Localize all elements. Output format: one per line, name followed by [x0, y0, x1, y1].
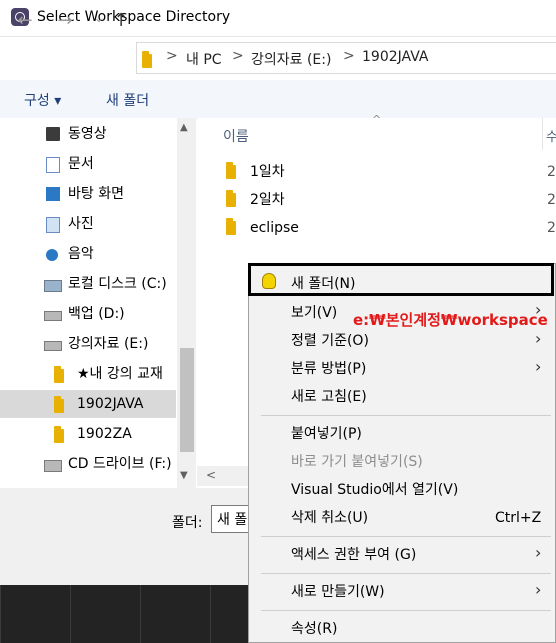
sidebar-item-label: 음악	[68, 246, 94, 262]
menu-item-new[interactable]: 새로 만들기(W)	[291, 578, 385, 606]
folder-icon	[226, 190, 236, 207]
forward-icon[interactable]: →	[52, 8, 78, 34]
list-item[interactable]: 1일차	[226, 159, 285, 185]
sidebar-item-1902java[interactable]: 1902JAVA	[0, 390, 176, 418]
sidebar-item-videos[interactable]: 동영상	[0, 120, 176, 148]
scroll-down-icon[interactable]: ▼	[180, 470, 188, 481]
music-icon	[46, 249, 58, 261]
menu-item-paste-shortcut[interactable]: 바로 가기 붙여넣기(S)	[291, 448, 423, 476]
sidebar-item-label: 동영상	[68, 126, 107, 142]
column-header-2[interactable]: 수	[546, 126, 556, 145]
menu-item-properties[interactable]: 속성(R)	[291, 615, 337, 643]
sidebar-item-1902za[interactable]: 1902ZA	[0, 420, 176, 448]
sidebar-item-lecture-e[interactable]: 강의자료 (E:)	[0, 330, 176, 358]
file-date: 2	[547, 220, 556, 236]
file-name: 1일차	[250, 164, 285, 180]
breadcrumb-this-pc[interactable]: 내 PC	[186, 49, 222, 69]
breadcrumb-separator: >	[232, 48, 244, 64]
breadcrumb-separator: >	[343, 48, 355, 64]
sidebar-item-label: 로컬 디스크 (C:)	[68, 276, 167, 292]
sidebar-item-label: CD 드라이브 (F:)	[68, 456, 172, 472]
menu-item-sort-by[interactable]: 정렬 기준(O)	[291, 327, 369, 355]
sidebar-item-pictures[interactable]: 사진	[0, 210, 176, 238]
sidebar-item-label: 백업 (D:)	[68, 306, 125, 322]
column-divider[interactable]	[542, 118, 543, 150]
menu-separator	[261, 610, 551, 611]
file-name: 2일차	[250, 192, 285, 208]
sidebar-item-label: ★내 강의 교재	[77, 366, 163, 382]
new-folder-button[interactable]: 새 폴더	[106, 90, 149, 110]
folder-icon	[226, 162, 236, 179]
file-date: 2	[547, 164, 556, 180]
folder-icon	[226, 218, 236, 235]
sort-indicator-icon: ^	[372, 113, 382, 126]
sidebar-item-label: 1902JAVA	[77, 396, 144, 412]
new-folder-icon	[262, 273, 276, 289]
drive-icon	[44, 341, 62, 351]
sidebar-item-music[interactable]: 음악	[0, 240, 176, 268]
menu-separator	[261, 536, 551, 537]
cd-drive-icon	[44, 460, 62, 472]
menu-item-view[interactable]: 보기(V)	[291, 299, 337, 327]
desktop-icon	[46, 187, 60, 201]
menu-item-undo-delete[interactable]: 삭제 취소(U)	[291, 504, 368, 532]
submenu-arrow-icon: ›	[535, 543, 542, 562]
picture-icon	[46, 217, 60, 233]
drive-icon	[44, 311, 62, 321]
back-icon[interactable]: ←	[12, 8, 38, 34]
menu-item-open-in-visual-studio[interactable]: Visual Studio에서 열기(V)	[291, 476, 458, 504]
menu-item-group-by[interactable]: 분류 방법(P)	[291, 355, 366, 383]
file-name: eclipse	[250, 220, 299, 236]
video-icon	[46, 127, 60, 141]
sidebar-item-label: 바탕 화면	[68, 186, 124, 202]
file-date: 2	[547, 192, 556, 208]
sidebar-item-label: 강의자료 (E:)	[68, 336, 149, 352]
breadcrumb-separator: >	[166, 48, 178, 64]
breadcrumb-1902java[interactable]: 1902JAVA	[362, 49, 428, 65]
command-bar	[0, 80, 556, 119]
shortcut-label: Ctrl+Z	[495, 510, 542, 526]
up-icon[interactable]: ↑	[108, 8, 134, 34]
sidebar-item-desktop[interactable]: 바탕 화면	[0, 180, 176, 208]
scroll-up-icon[interactable]: ▲	[180, 122, 188, 133]
sidebar-item-backup-d[interactable]: 백업 (D:)	[0, 300, 176, 328]
column-header-name[interactable]: 이름	[223, 126, 249, 146]
sidebar-item-local-disk-c[interactable]: 로컬 디스크 (C:)	[0, 270, 176, 298]
submenu-arrow-icon: ›	[535, 580, 542, 599]
menu-separator	[261, 573, 551, 574]
list-item[interactable]: eclipse	[226, 215, 299, 241]
annotation-text: e:₩본인계정₩workspace	[353, 311, 548, 329]
folder-icon	[142, 51, 152, 68]
sidebar-item-label: 문서	[68, 156, 94, 172]
document-icon	[46, 157, 60, 173]
menu-item-refresh[interactable]: 새로 고침(E)	[291, 383, 367, 411]
folder-icon	[54, 426, 64, 443]
sidebar-item-my-lecture-book[interactable]: ★내 강의 교재	[0, 360, 176, 388]
scroll-left-icon[interactable]: <	[206, 468, 216, 482]
breadcrumb-drive-e[interactable]: 강의자료 (E:)	[251, 49, 331, 69]
sidebar-item-label: 1902ZA	[77, 426, 132, 442]
menu-item-give-access[interactable]: 액세스 권한 부여 (G)	[291, 541, 416, 569]
folder-icon	[54, 366, 64, 383]
folder-icon	[54, 396, 64, 413]
sidebar-item-documents[interactable]: 문서	[0, 150, 176, 178]
windows-drive-icon	[44, 280, 62, 292]
sidebar-item-cd-drive-f[interactable]: CD 드라이브 (F:)	[0, 450, 176, 478]
list-item[interactable]: 2일차	[226, 187, 285, 213]
menu-separator	[261, 415, 551, 416]
sidebar-item-label: 사진	[68, 216, 94, 232]
folder-label: 폴더:	[172, 515, 203, 531]
submenu-arrow-icon: ›	[535, 357, 542, 376]
sidebar-scrollbar-thumb[interactable]	[180, 348, 194, 452]
menu-item-paste[interactable]: 붙여넣기(P)	[291, 420, 362, 448]
organize-button[interactable]: 구성 ▾	[24, 90, 61, 110]
menu-item-new-folder[interactable]: 새 폴더(N)	[291, 270, 356, 298]
